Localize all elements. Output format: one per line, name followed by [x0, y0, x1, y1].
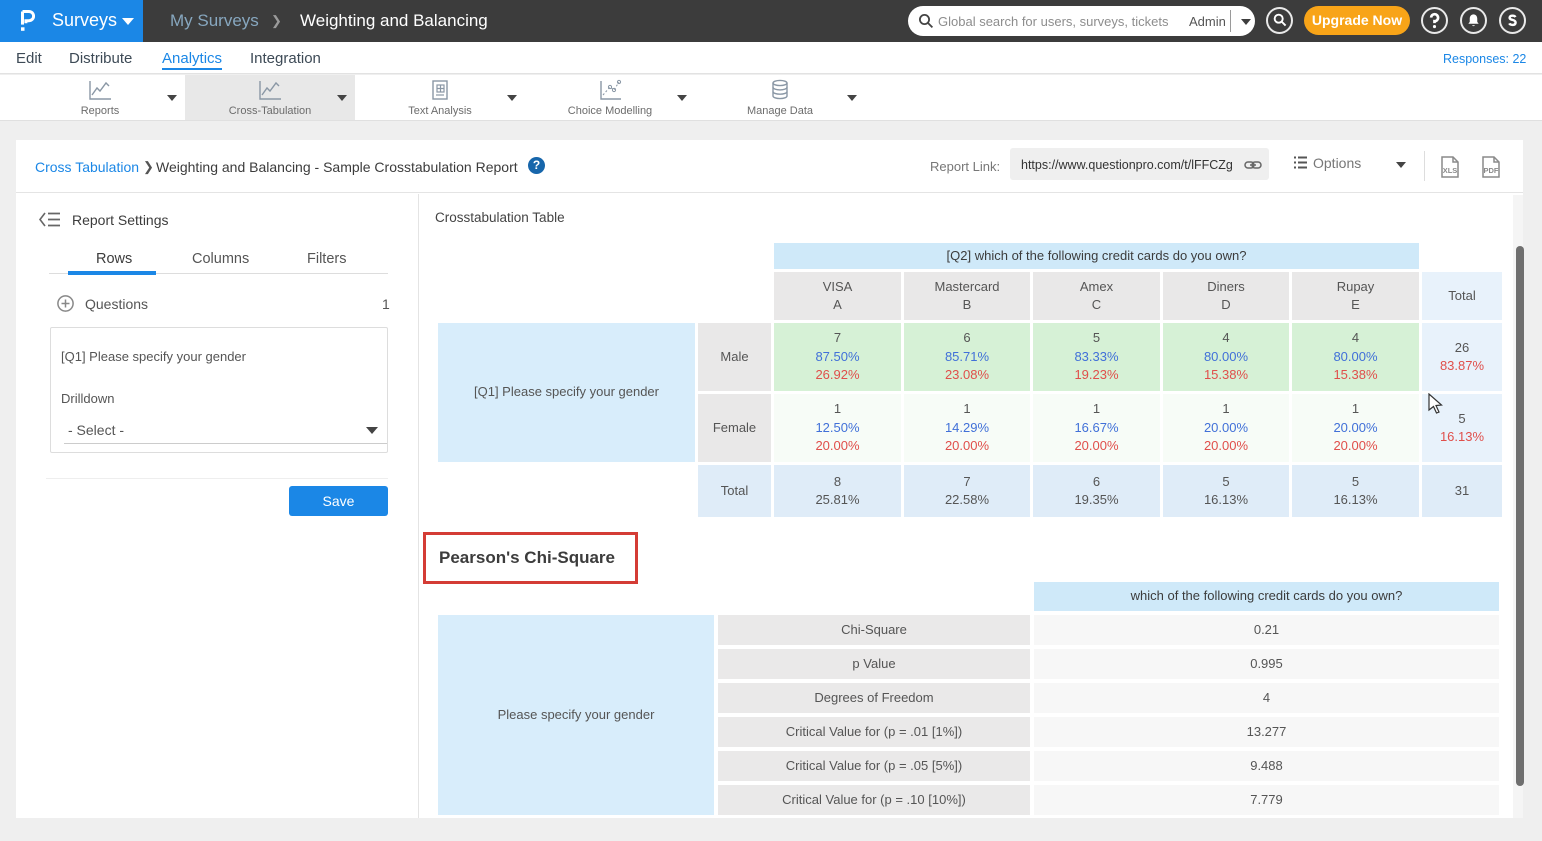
svg-text:PDF: PDF — [1484, 166, 1499, 175]
svg-text:XLS: XLS — [1443, 166, 1458, 175]
